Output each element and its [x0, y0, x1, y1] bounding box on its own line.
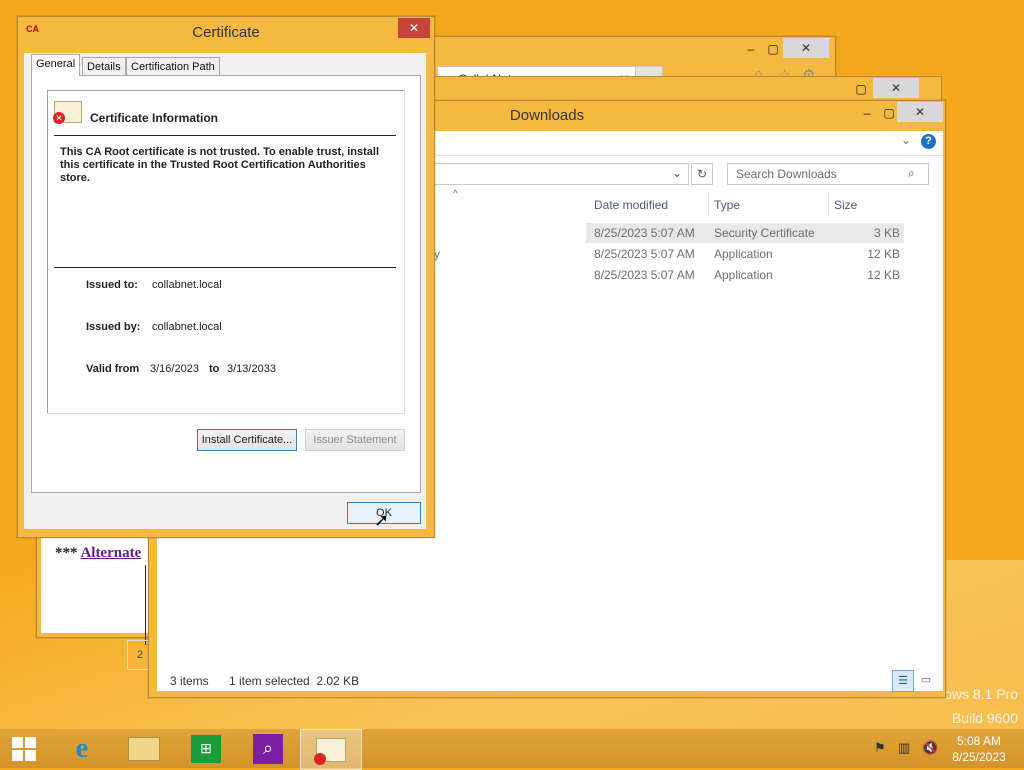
info-heading: Certificate Information	[90, 111, 219, 125]
sort-arrow-icon: ^	[453, 189, 458, 200]
column-header-date-modified[interactable]: Date modified	[594, 198, 668, 212]
search-icon[interactable]: ⌕	[908, 166, 915, 181]
certificate-info-box: ✕ Certificate Information This CA Root c…	[47, 90, 405, 414]
large-icons-view-icon[interactable]: ▭	[916, 670, 936, 690]
page-text-prefix: ***	[55, 545, 81, 561]
issued-by-label: Issued by:	[86, 321, 141, 333]
issued-to-label: Issued to:	[86, 279, 138, 291]
dialog-close-button[interactable]: ✕	[398, 18, 430, 38]
alternate-link[interactable]: Alternate	[80, 545, 141, 561]
certificate-dialog: CA Certificate ✕ General Details Certifi…	[17, 16, 435, 538]
status-selection: 1 item selected 2.02 KB	[229, 674, 360, 688]
refresh-icon[interactable]: ↻	[691, 163, 713, 185]
browser-close-button[interactable]: ✕	[783, 38, 829, 58]
file-size: 3 KB	[873, 226, 900, 240]
search-app-icon: ⌕	[253, 733, 283, 764]
taskbar-search-app[interactable]: ⌕	[238, 729, 298, 768]
column-header-type[interactable]: Type	[714, 198, 740, 212]
issued-by-value: collabnet.local	[152, 321, 222, 333]
windows-watermark-edition: ows 8.1 Pro	[944, 686, 1018, 702]
certificate-icon: ✕	[53, 101, 82, 124]
trust-warning: This CA Root certificate is not trusted.…	[60, 146, 380, 184]
taskbar-certificate[interactable]	[300, 729, 362, 770]
address-bar[interactable]: ⌄	[427, 163, 689, 185]
details-view-icon[interactable]: ☰	[892, 670, 914, 692]
tab-details[interactable]: Details	[82, 57, 126, 77]
tab-certification-path[interactable]: Certification Path	[126, 57, 220, 77]
file-size: 12 KB	[867, 247, 900, 261]
clock-date: 8/25/2023	[952, 750, 1006, 764]
file-date: 8/25/2023 5:07 AM	[594, 226, 695, 240]
taskbar-file-explorer[interactable]	[114, 729, 174, 768]
file-size: 12 KB	[867, 268, 900, 282]
tab-general[interactable]: General	[31, 54, 81, 76]
background-window-close-button[interactable]: ✕	[873, 78, 919, 98]
file-type: Application	[714, 268, 773, 282]
file-row-3[interactable]: 8/25/2023 5:07 AM Application 12 KB	[586, 265, 904, 285]
valid-to-value: 3/13/2033	[227, 363, 276, 375]
address-dropdown-chevron-icon[interactable]: ⌄	[672, 166, 682, 180]
search-input[interactable]: Search Downloads	[736, 167, 837, 181]
windows-watermark-build: Build 9600	[951, 710, 1018, 726]
file-date: 8/25/2023 5:07 AM	[594, 247, 695, 261]
clock[interactable]: 5:08 AM 8/25/2023	[944, 733, 1014, 765]
explorer-close-button[interactable]: ✕	[897, 102, 943, 122]
clock-time: 5:08 AM	[956, 734, 1002, 748]
certificate-app-icon	[314, 737, 346, 765]
mouse-cursor-icon: ➚	[374, 510, 390, 530]
error-icon: ✕	[53, 112, 65, 124]
taskbar-store[interactable]: ⊞	[176, 729, 236, 768]
start-icon	[12, 736, 36, 761]
file-date: 8/25/2023 5:07 AM	[594, 268, 695, 282]
internet-explorer-icon: e	[75, 732, 89, 764]
network-icon[interactable]: ▥	[898, 740, 910, 756]
file-row-2[interactable]: y 8/25/2023 5:07 AM Application 12 KB	[434, 244, 904, 264]
dialog-title: Certificate	[192, 24, 260, 41]
file-row-1[interactable]: 8/25/2023 5:07 AM Security Certificate 3…	[586, 223, 904, 243]
valid-from-value: 3/16/2023	[150, 363, 199, 375]
start-button[interactable]	[0, 729, 48, 768]
file-explorer-icon	[128, 736, 160, 761]
background-window-maximize-button[interactable]: ▢	[847, 79, 875, 99]
valid-to-label: to	[209, 363, 220, 375]
search-box[interactable]: Search Downloads ⌕	[727, 163, 929, 185]
issuer-statement-button[interactable]: Issuer Statement	[305, 429, 405, 451]
taskbar-internet-explorer[interactable]: e	[52, 729, 112, 768]
volume-muted-icon[interactable]: 🔇	[922, 740, 938, 756]
column-header-size[interactable]: Size	[834, 198, 857, 212]
file-type: Security Certificate	[714, 226, 815, 240]
issued-to-value: collabnet.local	[152, 279, 222, 291]
status-item-count: 3 items	[170, 674, 209, 688]
help-icon[interactable]: ?	[921, 134, 936, 149]
store-icon: ⊞	[191, 734, 221, 763]
action-center-flag-icon[interactable]: ⚑	[874, 740, 886, 756]
install-certificate-button[interactable]: Install Certificate...	[197, 429, 297, 451]
file-type: Application	[714, 247, 773, 261]
valid-from-label: Valid from	[86, 363, 140, 375]
general-tab-panel: ✕ Certificate Information This CA Root c…	[31, 75, 421, 493]
ribbon-expand-chevron-icon[interactable]: ⌄	[901, 133, 911, 147]
